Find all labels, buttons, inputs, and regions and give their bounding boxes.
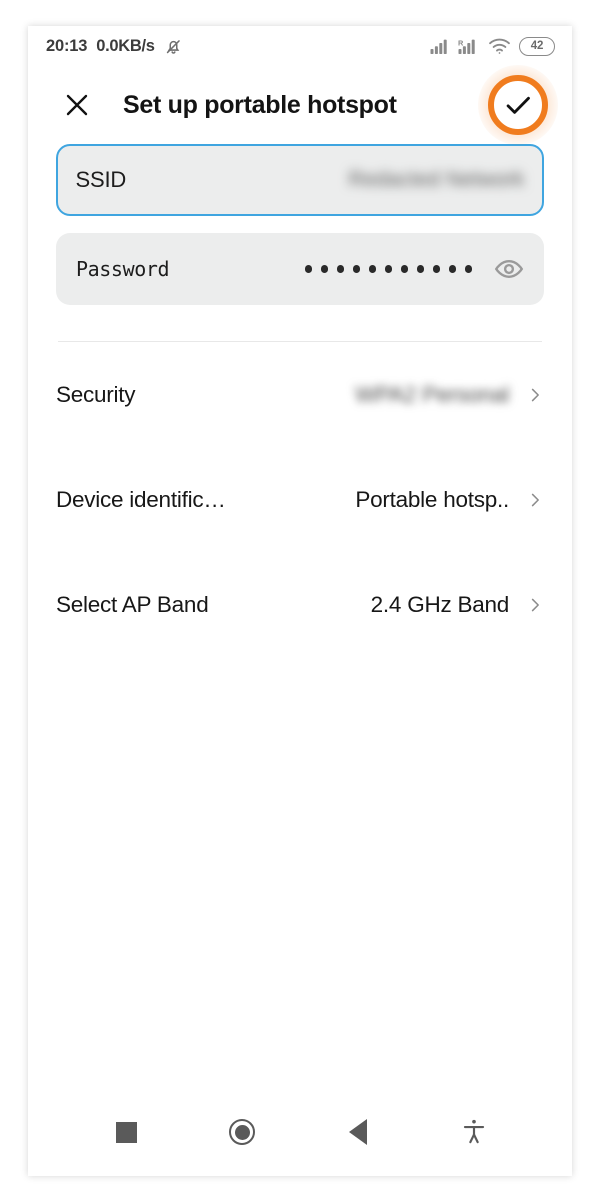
battery-level-label: 42 (530, 40, 544, 52)
row-label: Select AP Band (56, 591, 209, 617)
credential-fields: SSID Redacted Network Password (28, 144, 572, 322)
row-label: Device identific… (56, 486, 226, 512)
toggle-password-visibility-button[interactable] (494, 254, 524, 284)
chevron-right-icon (526, 386, 544, 404)
chevron-right-icon (526, 596, 544, 614)
wifi-icon (488, 37, 511, 55)
close-icon (62, 90, 92, 120)
status-bar-right: R 42 (430, 36, 555, 56)
eye-icon (494, 254, 524, 284)
circle-home-icon (229, 1119, 255, 1145)
system-navigation-bar (28, 1096, 572, 1176)
home-button[interactable] (214, 1108, 270, 1156)
network-speed-label: 0.0KB/s (96, 36, 155, 55)
back-button[interactable] (330, 1108, 386, 1156)
status-bar: 20:13 0.0KB/s R 42 (28, 26, 572, 66)
password-label: Password (76, 257, 170, 281)
password-field[interactable]: Password (56, 233, 544, 305)
status-clock: 20:13 (46, 36, 88, 55)
confirm-button[interactable] (478, 65, 558, 145)
signal-bars-roaming-icon: R (458, 38, 480, 55)
ssid-label: SSID (75, 167, 127, 192)
row-device-identification[interactable]: Device identific… Portable hotsp.. (56, 447, 544, 552)
status-bar-left: 20:13 0.0KB/s (46, 37, 183, 56)
chevron-right-icon (526, 491, 544, 509)
battery-indicator: 42 (519, 36, 555, 56)
ssid-field[interactable]: SSID Redacted Network (56, 144, 544, 216)
phone-screenshot: 20:13 0.0KB/s R 42 Set up portable hotsp… (28, 26, 572, 1176)
accessibility-button[interactable] (446, 1108, 502, 1156)
row-label: Security (56, 381, 136, 407)
app-bar: Set up portable hotspot (28, 65, 572, 145)
password-masked-value (304, 265, 472, 273)
row-value: WPA2 Personal (355, 381, 509, 407)
triangle-back-icon (349, 1119, 367, 1145)
accessibility-icon (461, 1118, 487, 1146)
close-button[interactable] (60, 88, 94, 122)
check-icon (501, 88, 535, 122)
row-value: Portable hotsp.. (355, 486, 509, 512)
signal-bars-icon (430, 38, 450, 55)
row-value: 2.4 GHz Band (370, 591, 510, 617)
square-recents-icon (115, 1121, 137, 1143)
row-security[interactable]: Security WPA2 Personal (56, 342, 544, 447)
settings-list: Security WPA2 Personal Device identific…… (28, 342, 572, 657)
row-select-ap-band[interactable]: Select AP Band 2.4 GHz Band (56, 552, 544, 657)
page-title: Set up portable hotspot (123, 90, 397, 119)
ssid-value: Redacted Network (348, 168, 525, 191)
svg-text:R: R (458, 38, 464, 47)
bell-muted-icon (164, 37, 183, 56)
recents-button[interactable] (98, 1108, 154, 1156)
